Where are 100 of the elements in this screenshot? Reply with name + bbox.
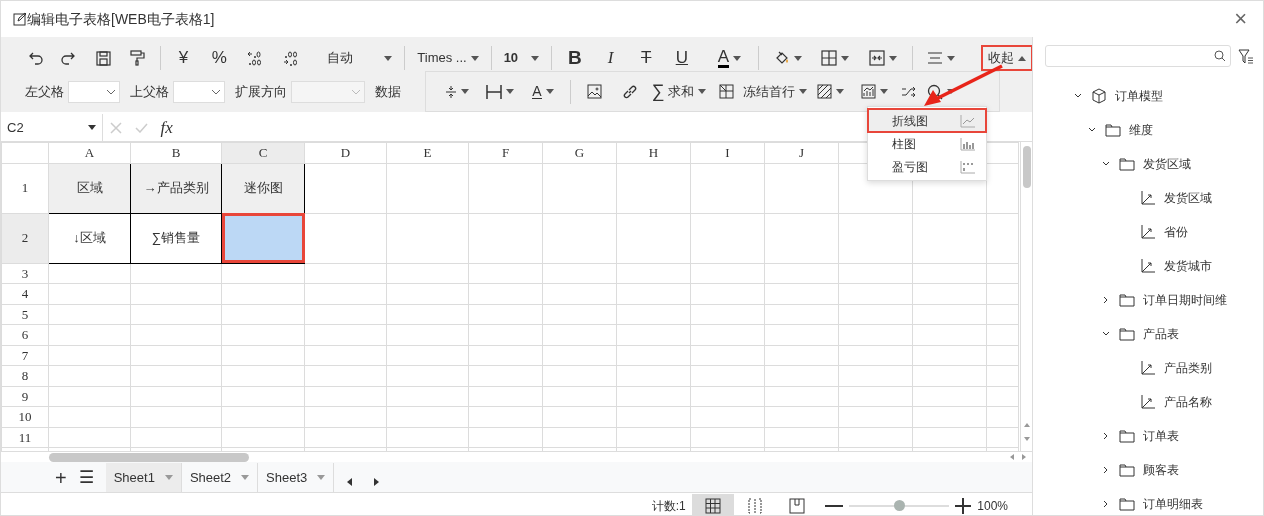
folder-icon bbox=[1105, 122, 1121, 138]
tree-item[interactable]: 订单模型 bbox=[1033, 79, 1263, 113]
bold-button[interactable]: B bbox=[558, 44, 592, 72]
hatched-square-icon bbox=[816, 84, 832, 99]
percent-button[interactable]: % bbox=[202, 44, 236, 72]
view-button[interactable] bbox=[692, 494, 735, 516]
text-direction-button[interactable]: A bbox=[522, 79, 564, 104]
font-size-dropdown[interactable]: 10 bbox=[497, 44, 546, 72]
collapse-button[interactable]: 收起 bbox=[982, 46, 1032, 70]
chevron-right-icon[interactable] bbox=[1102, 500, 1110, 508]
tree-item[interactable]: 发货区域 bbox=[1033, 181, 1263, 215]
tree-item[interactable]: 订单明细表 bbox=[1033, 487, 1263, 516]
previous-sheet-icon[interactable] bbox=[347, 477, 354, 486]
strikethrough-button[interactable]: T bbox=[629, 44, 663, 72]
column-header[interactable]: F bbox=[468, 142, 543, 163]
row-header[interactable]: 6 bbox=[1, 324, 49, 345]
row-header[interactable]: 8 bbox=[1, 365, 49, 386]
row-header[interactable]: 2 bbox=[1, 213, 49, 263]
italic-button[interactable]: I bbox=[593, 44, 628, 72]
tree-item[interactable]: 省份 bbox=[1033, 215, 1263, 249]
folder-icon bbox=[1119, 428, 1135, 444]
table-cell[interactable] bbox=[221, 213, 305, 263]
column-header[interactable]: I bbox=[690, 142, 765, 163]
column-header[interactable]: J bbox=[764, 142, 839, 163]
tree-item[interactable]: 顾客表 bbox=[1033, 453, 1263, 487]
sheet-tab[interactable]: Sheet1 bbox=[105, 463, 182, 492]
table-cell[interactable]: ↓区域 bbox=[48, 213, 131, 263]
row-header[interactable]: 3 bbox=[1, 263, 49, 284]
vertical-scrollbar[interactable] bbox=[1020, 142, 1032, 451]
caret-icon bbox=[317, 475, 326, 480]
sum-button[interactable]: ∑ 求和 bbox=[649, 79, 709, 104]
zoom-thumb[interactable] bbox=[893, 500, 905, 511]
table-cell[interactable]: →产品类别 bbox=[130, 163, 222, 213]
chevron-right-icon[interactable] bbox=[1102, 432, 1110, 440]
column-header[interactable]: E bbox=[386, 142, 469, 163]
caret-icon bbox=[698, 89, 707, 94]
tree-item[interactable]: 产品名称 bbox=[1033, 385, 1263, 419]
column-header[interactable]: H bbox=[616, 142, 691, 163]
row-header[interactable]: 10 bbox=[1, 406, 49, 427]
table-cell[interactable]: 迷你图 bbox=[221, 163, 305, 213]
filter-icon[interactable] bbox=[1237, 48, 1254, 64]
row-header[interactable]: 9 bbox=[1, 386, 49, 407]
row-header[interactable]: 5 bbox=[1, 304, 49, 325]
row-header[interactable]: 4 bbox=[1, 283, 49, 304]
underline-button[interactable]: U bbox=[665, 44, 699, 72]
scroll-thumb[interactable] bbox=[1023, 146, 1031, 188]
scroll-thumb[interactable] bbox=[49, 452, 249, 462]
column-header[interactable]: G bbox=[542, 142, 617, 163]
field-icon bbox=[1140, 190, 1156, 206]
chart-type-item[interactable]: 柱图 bbox=[868, 132, 986, 155]
chevron-right-icon[interactable] bbox=[1102, 466, 1110, 474]
tree-item[interactable]: 订单日期时间维 bbox=[1033, 283, 1263, 317]
chart-type-item[interactable]: 盈亏图 bbox=[868, 155, 986, 178]
tree-item[interactable]: 产品表 bbox=[1033, 317, 1263, 351]
sheet-list-button[interactable]: ☰ bbox=[72, 463, 100, 492]
chevron-down-icon[interactable] bbox=[1102, 160, 1110, 168]
count-text: 计数:1 bbox=[651, 498, 686, 515]
name-box[interactable]: C2 bbox=[1, 113, 103, 142]
chevron-down-icon[interactable] bbox=[1088, 126, 1096, 134]
search-icon bbox=[1214, 50, 1226, 62]
add-sheet-button[interactable]: + bbox=[49, 463, 73, 492]
tree-item[interactable]: 发货城市 bbox=[1033, 249, 1263, 283]
tree-item[interactable]: 产品类别 bbox=[1033, 351, 1263, 385]
next-sheet-icon[interactable] bbox=[372, 477, 379, 486]
table-cell[interactable]: ∑销售量 bbox=[130, 213, 222, 263]
chart-type-item[interactable]: 折线图 bbox=[868, 109, 986, 132]
caret-icon bbox=[947, 55, 956, 61]
row-header[interactable]: 7 bbox=[1, 345, 49, 366]
function-button[interactable]: fx bbox=[160, 114, 173, 141]
paint-roller-icon bbox=[130, 50, 146, 66]
table-cell[interactable]: 区域 bbox=[48, 163, 131, 213]
save-icon bbox=[95, 50, 111, 66]
currency-button[interactable]: ¥ bbox=[166, 44, 201, 72]
chevron-down-icon[interactable] bbox=[1102, 330, 1110, 338]
zoom-out-icon[interactable] bbox=[824, 504, 843, 508]
column-header[interactable]: C bbox=[221, 142, 305, 163]
chevron-down-icon bbox=[106, 89, 116, 95]
zoom-percent: 100% bbox=[977, 498, 1008, 515]
number-format-dropdown[interactable]: 自动 bbox=[321, 44, 399, 72]
freeze-first-row-dropdown[interactable]: 冻结首行 bbox=[743, 79, 807, 104]
column-header[interactable]: A bbox=[48, 142, 131, 163]
column-header[interactable]: D bbox=[304, 142, 387, 163]
chevron-right-icon[interactable] bbox=[1102, 296, 1110, 304]
caret-icon bbox=[470, 55, 479, 61]
folder-icon bbox=[1119, 156, 1135, 172]
column-header[interactable]: B bbox=[130, 142, 222, 163]
row-header[interactable]: 1 bbox=[1, 163, 49, 213]
font-dropdown[interactable]: Times ... bbox=[411, 44, 485, 72]
tree-item[interactable]: 订单表 bbox=[1033, 419, 1263, 453]
normal-view-icon bbox=[705, 498, 722, 514]
chevron-down-icon[interactable] bbox=[1074, 92, 1082, 100]
search-field[interactable] bbox=[1045, 45, 1231, 67]
chart-type-icon bbox=[960, 159, 976, 174]
window-title: 编辑电子表格[WEB电子表格1] bbox=[27, 9, 215, 29]
row-header[interactable]: 11 bbox=[1, 427, 49, 448]
tree-item[interactable]: 发货区域 bbox=[1033, 147, 1263, 181]
zoom-in-icon[interactable] bbox=[954, 498, 971, 514]
close-button[interactable]: × bbox=[1230, 8, 1251, 30]
chevron-down-icon bbox=[211, 89, 221, 95]
tree-item[interactable]: 维度 bbox=[1033, 113, 1263, 147]
